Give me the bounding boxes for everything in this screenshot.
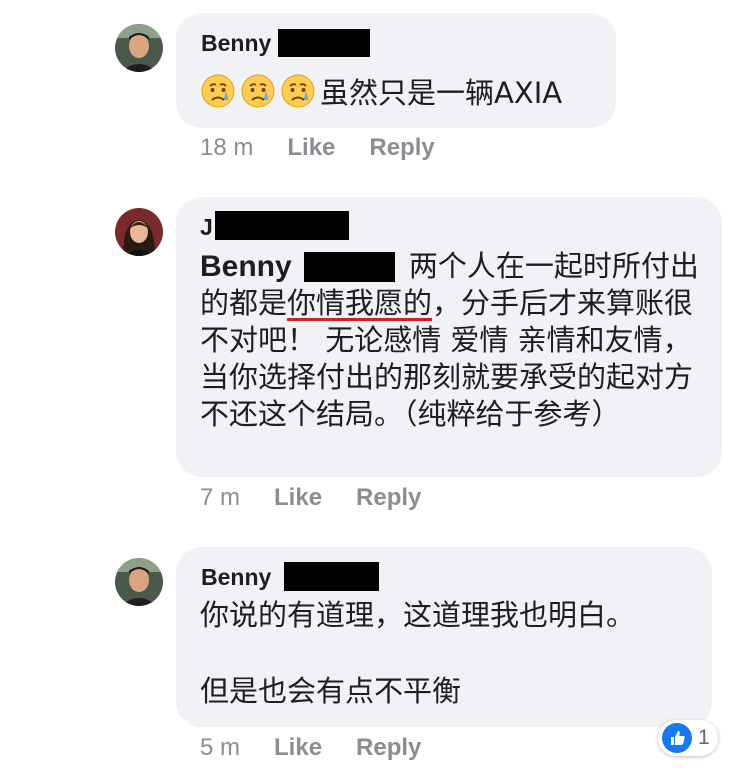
- profile-photo-icon: [115, 208, 163, 256]
- reaction-badge[interactable]: 1: [658, 720, 718, 756]
- comment-actions: 5 m Like Reply: [200, 734, 421, 762]
- avatar[interactable]: [115, 208, 163, 256]
- underlined-text: 你情我愿的: [287, 286, 433, 320]
- crying-face-icon: [240, 73, 276, 109]
- redacted-name-box: [278, 29, 370, 57]
- comment-actions: 18 m Like Reply: [200, 134, 435, 162]
- author-name[interactable]: Benny: [201, 30, 271, 57]
- author-name[interactable]: Benny: [201, 564, 271, 591]
- reaction-count: 1: [698, 726, 710, 749]
- comment-text: Benny 两个人在一起时所付出的都是你情我愿的，分手后才来算账很不对吧！ 无论…: [200, 248, 705, 433]
- redacted-name-box: [215, 211, 349, 240]
- timestamp[interactable]: 7 m: [200, 484, 240, 512]
- comment-text: 虽然只是一辆AXIA: [200, 73, 562, 112]
- like-button[interactable]: Like: [274, 484, 322, 512]
- reply-button[interactable]: Reply: [369, 134, 434, 162]
- author-name[interactable]: J: [200, 214, 213, 241]
- profile-photo-icon: [115, 558, 163, 606]
- comment-actions: 7 m Like Reply: [200, 484, 421, 512]
- avatar[interactable]: [115, 558, 163, 606]
- reply-button[interactable]: Reply: [356, 734, 421, 762]
- like-button[interactable]: Like: [274, 734, 322, 762]
- redacted-name-box: [284, 562, 379, 591]
- timestamp[interactable]: 18 m: [200, 134, 253, 162]
- crying-face-icon: [280, 73, 316, 109]
- avatar[interactable]: [115, 24, 163, 72]
- thumbs-up-icon: [662, 723, 692, 753]
- timestamp[interactable]: 5 m: [200, 734, 240, 762]
- comment-text-line2: 但是也会有点不平衡: [200, 674, 462, 708]
- like-button[interactable]: Like: [287, 134, 335, 162]
- comment-text-content: 虽然只是一辆AXIA: [320, 76, 563, 110]
- mention-tag[interactable]: Benny: [200, 250, 292, 283]
- profile-photo-icon: [115, 24, 163, 72]
- reply-button[interactable]: Reply: [356, 484, 421, 512]
- crying-face-icon: [200, 73, 236, 109]
- comment-text-line1: 你说的有道理，这道理我也明白。: [200, 598, 636, 632]
